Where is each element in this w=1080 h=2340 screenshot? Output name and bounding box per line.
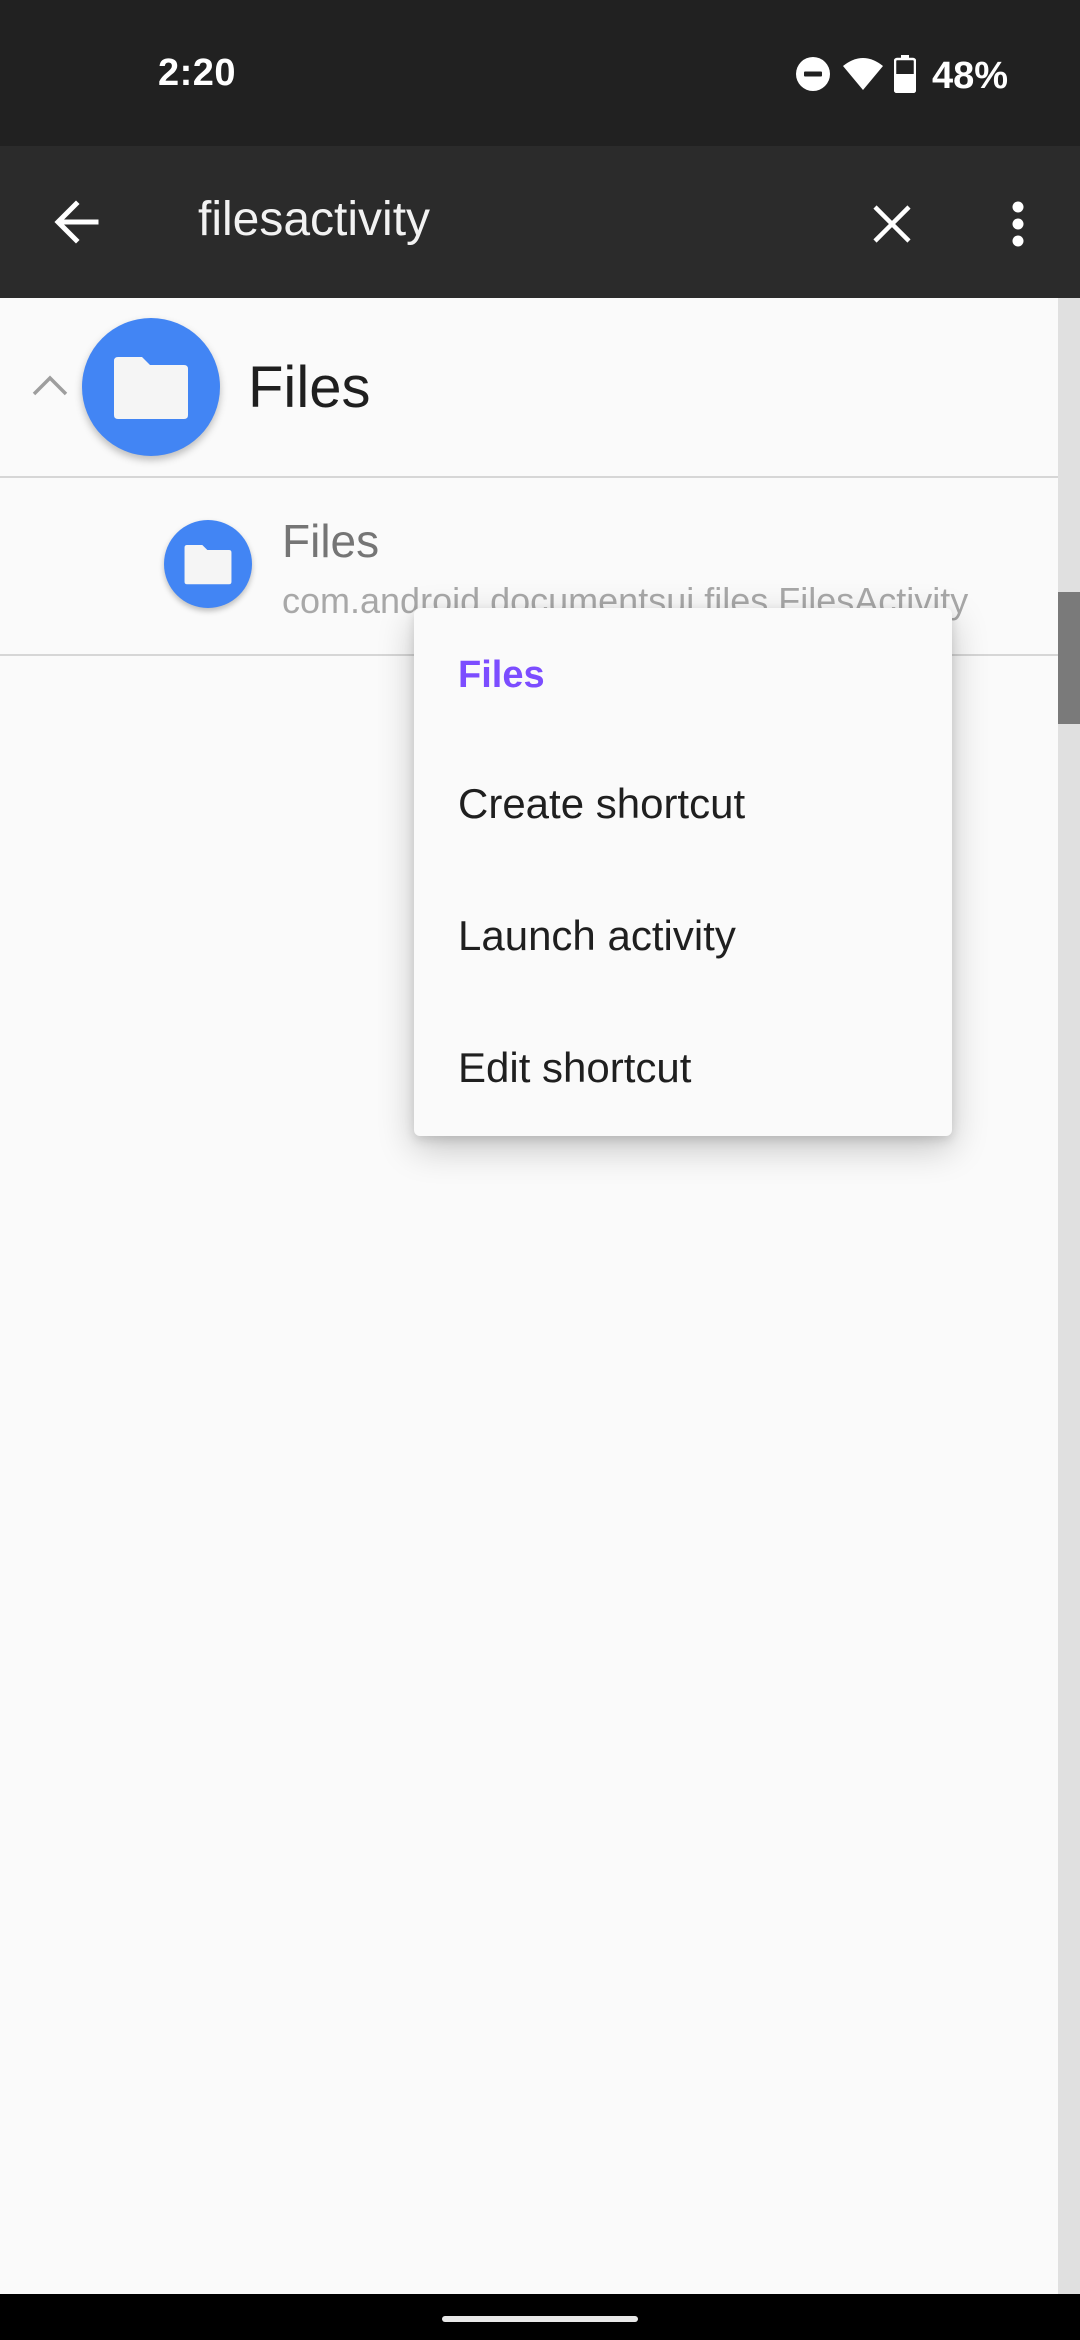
clear-button[interactable] (860, 192, 924, 256)
home-gesture-handle[interactable] (442, 2316, 638, 2322)
status-bar: 2:20 48% (0, 0, 1080, 146)
edit-shortcut-menu-item[interactable]: Edit shortcut (414, 1004, 952, 1136)
status-time: 2:20 (158, 52, 237, 94)
create-shortcut-menu-item[interactable]: Create shortcut (414, 740, 952, 872)
back-button[interactable] (44, 190, 108, 254)
menu-item-label: Launch activity (458, 912, 736, 959)
activity-title: Files (282, 515, 380, 567)
search-input[interactable]: filesactivity (198, 192, 430, 247)
launch-activity-menu-item[interactable]: Launch activity (414, 872, 952, 1004)
scrollbar-thumb[interactable] (1058, 592, 1080, 724)
results-list: Files Files com.android.documentsui.file… (0, 298, 1060, 2294)
folder-icon (114, 357, 188, 419)
menu-item-label: Create shortcut (458, 780, 746, 827)
navigation-bar (0, 2294, 1080, 2340)
battery-percent: 48% (931, 54, 1008, 97)
activity-icon (164, 520, 252, 608)
context-menu: Files Create shortcut Launch activity Ed… (414, 608, 952, 1136)
overflow-menu-button[interactable] (986, 192, 1050, 256)
app-icon (82, 318, 220, 456)
search-toolbar: filesactivity (0, 146, 1080, 298)
wifi-icon (842, 56, 884, 97)
status-icons: 48% (794, 54, 1008, 98)
chevron-up-icon[interactable] (30, 370, 70, 400)
menu-item-label: Edit shortcut (458, 1044, 692, 1091)
battery-icon (893, 54, 917, 98)
back-arrow-icon (54, 200, 99, 244)
app-group-header[interactable]: Files (0, 298, 1060, 478)
folder-icon (184, 544, 232, 585)
overflow-menu-icon (1012, 201, 1024, 247)
app-group-title: Files (248, 355, 371, 420)
context-menu-title: Files (458, 654, 545, 696)
clear-icon (873, 205, 911, 243)
do-not-disturb-icon (794, 55, 832, 98)
